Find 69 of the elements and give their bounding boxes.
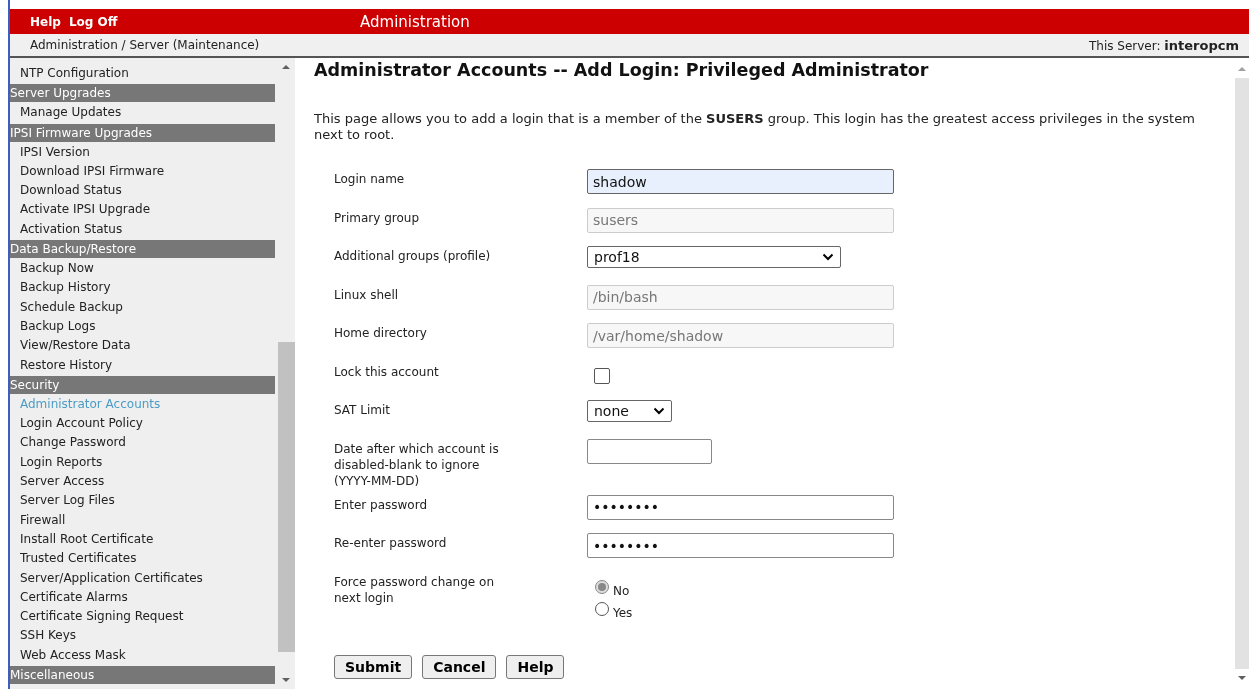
sidebar-item[interactable]: Manage Updates [10, 103, 275, 123]
scroll-up-icon[interactable] [281, 62, 291, 72]
sidebar-item[interactable]: Certificate Signing Request [10, 607, 275, 627]
field-label: Re-enter password [334, 535, 448, 552]
header-title: Administration [360, 12, 470, 31]
sidebar-item[interactable]: Change Password [10, 433, 275, 453]
form-button[interactable]: Help [506, 654, 565, 679]
header-link[interactable]: Help [30, 14, 61, 29]
sidebar-item[interactable]: Login Reports [10, 452, 275, 473]
scroll-up-icon[interactable] [1237, 64, 1247, 74]
input-field[interactable] [587, 438, 712, 464]
field-label: Additional groups (profile) [334, 248, 492, 265]
sidebar-item[interactable]: Web Access Mask [10, 645, 275, 665]
dropdown[interactable]: prof18 [587, 246, 841, 268]
field-label: Home directory [334, 325, 428, 342]
field-label: Primary group [334, 209, 421, 227]
sidebar-item[interactable]: Activate IPSI Upgrade [10, 200, 275, 220]
scroll-down-icon[interactable] [281, 675, 291, 685]
sidebar-item[interactable]: Firewall [10, 510, 275, 530]
sidebar-item[interactable]: Backup Logs [10, 316, 275, 337]
page-title: Administrator Accounts -- Add Login: Privileged Administrator [314, 60, 930, 80]
sidebar-item[interactable]: IPSI Version [10, 142, 275, 162]
form-button[interactable]: Submit [334, 654, 413, 679]
field-label: Login name [334, 171, 406, 188]
sidebar-item[interactable]: Trusted Certificates [10, 549, 275, 569]
sidebar-section-header: Miscellaneous [10, 666, 275, 684]
radio-label[interactable]: No [613, 583, 630, 598]
input-field[interactable]: shadow [587, 169, 894, 194]
sidebar-item[interactable]: Install Root Certificate [10, 529, 275, 550]
checkbox[interactable] [594, 367, 610, 384]
sidebar-item[interactable]: Download IPSI Firmware [10, 161, 275, 182]
sidebar-item[interactable]: SSH Keys [10, 626, 275, 646]
sidebar-item[interactable]: Server/Application Certificates [10, 568, 275, 588]
sidebar-item[interactable]: Backup History [10, 278, 275, 298]
server-name: interopcm [1164, 37, 1239, 53]
radio-button[interactable] [595, 579, 609, 594]
input-field[interactable]: •••••••• [587, 533, 894, 558]
field-label: Enter password [334, 496, 428, 514]
server-label: This Server: [1089, 38, 1161, 53]
sidebar-item[interactable]: Backup Now [10, 259, 275, 279]
field-label: SAT Limit [334, 402, 391, 419]
sidebar-item[interactable]: Restore History [10, 355, 275, 375]
breadcrumb: Administration / Server (Maintenance) [30, 38, 260, 52]
sidebar-item[interactable]: NTP Configuration [10, 64, 275, 84]
sidebar-item[interactable]: Schedule Backup [10, 297, 275, 317]
sidebar-item[interactable]: Server Access [10, 472, 275, 492]
header-link[interactable]: Log Off [68, 14, 118, 29]
chevron-icon [653, 407, 665, 415]
scroll-down-icon[interactable] [1237, 673, 1247, 683]
radio-label[interactable]: Yes [613, 605, 633, 620]
sidebar-item[interactable]: Download Status [10, 181, 275, 201]
intro-text: This page allows you to add a login that is a member of the SUSERS group. This login has the greatest access privileges in the system next to root. [314, 111, 1196, 143]
field-label: Date after which account is disabled-blank to ignore (YYYY-MM-DD) [334, 440, 500, 489]
field-label: Force password change on next login [334, 573, 495, 607]
chevron-icon [822, 253, 834, 261]
field-label: Linux shell [334, 286, 400, 304]
sidebar-item[interactable]: View/Restore Data [10, 336, 275, 356]
sidebar-section-header: Server Upgrades [10, 84, 275, 103]
input-field[interactable]: •••••••• [587, 494, 894, 520]
sidebar-item[interactable]: Activation Status [10, 219, 275, 240]
sidebar-section-header: Data Backup/Restore [10, 240, 275, 259]
sidebar-item[interactable]: Certificate Alarms [10, 587, 275, 608]
sidebar-item[interactable]: Login Account Policy [10, 414, 275, 434]
sidebar-item[interactable]: Server Log Files [10, 491, 275, 511]
sidebar-section-header: IPSI Firmware Upgrades [10, 123, 275, 142]
sidebar-section-header: Security [10, 375, 275, 394]
field-label: Lock this account [334, 363, 440, 381]
dropdown[interactable]: none [587, 400, 672, 422]
form-button[interactable]: Cancel [422, 654, 497, 679]
